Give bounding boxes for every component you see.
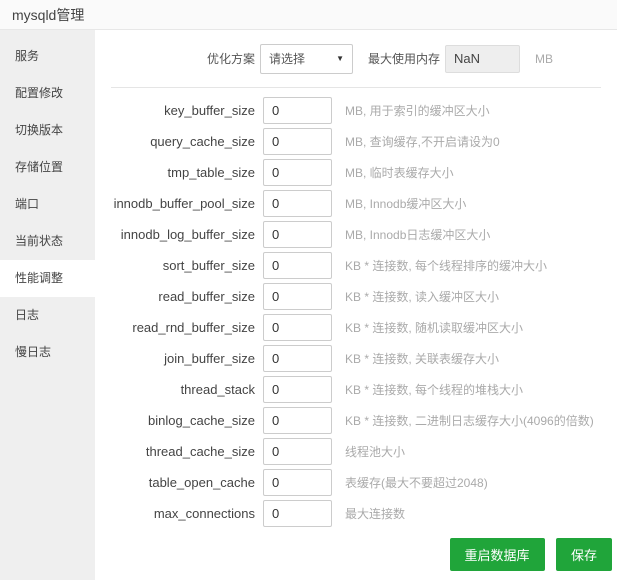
sidebar-item-label: 端口 [15,197,40,211]
form-rows: key_buffer_size MB, 用于索引的缓冲区大小 query_cac… [95,88,617,529]
optimization-select-value: 请选择 [269,52,306,66]
param-value-input[interactable] [263,128,332,155]
param-hint: 线程池大小 [345,445,406,459]
param-name-label: read_buffer_size [158,289,255,304]
param-hint: MB, 临时表缓存大小 [345,166,454,180]
max-memory-input[interactable] [445,44,521,73]
sidebar-item-8[interactable]: 慢日志 [0,334,95,371]
sidebar-item-0[interactable]: 服务 [0,38,95,75]
form-row-1: query_cache_size MB, 查询缓存,不开启请设为0 [95,126,617,157]
param-name-label: table_open_cache [148,475,255,490]
max-memory-unit: MB [535,51,554,66]
form-row-0: key_buffer_size MB, 用于索引的缓冲区大小 [95,95,617,126]
param-name-label: sort_buffer_size [162,258,255,273]
param-value-input[interactable] [263,190,332,217]
caret-down-icon: ▼ [336,54,344,63]
param-value-input[interactable] [263,252,332,279]
param-hint: 表缓存(最大不要超过2048) [345,476,488,490]
param-name-label: query_cache_size [150,134,255,149]
button-bar: 重启数据库 保存 [95,538,617,571]
param-value-input[interactable] [263,221,332,248]
form-row-8: join_buffer_size KB * 连接数, 关联表缓存大小 [95,343,617,374]
sidebar-item-label: 慢日志 [15,345,52,359]
param-hint: KB * 连接数, 每个线程排序的缓冲大小 [345,259,548,273]
param-name-label: innodb_log_buffer_size [120,227,255,242]
param-hint: KB * 连接数, 读入缓冲区大小 [345,290,500,304]
param-value-input[interactable] [263,345,332,372]
param-value-input[interactable] [263,438,332,465]
window-title: mysqld管理 [12,6,85,23]
param-value-input[interactable] [263,469,332,496]
param-value-input[interactable] [263,97,332,124]
form-row-6: read_buffer_size KB * 连接数, 读入缓冲区大小 [95,281,617,312]
optimization-row: 优化方案 请选择 ▼ 最大使用内存 MB [95,30,617,87]
form-row-2: tmp_table_size MB, 临时表缓存大小 [95,157,617,188]
form-row-11: thread_cache_size 线程池大小 [95,436,617,467]
sidebar-item-label: 存储位置 [15,160,64,174]
optimization-select[interactable]: 请选择 ▼ [260,43,353,74]
window-header: mysqld管理 [0,0,617,30]
sidebar-item-5[interactable]: 当前状态 [0,223,95,260]
optimization-label: 优化方案 [206,52,255,66]
sidebar-item-label: 切换版本 [15,123,64,137]
sidebar-item-label: 日志 [15,308,40,322]
form-row-13: max_connections 最大连接数 [95,498,617,529]
param-hint: KB * 连接数, 关联表缓存大小 [345,352,500,366]
param-hint: KB * 连接数, 二进制日志缓存大小(4096的倍数) [345,414,594,428]
sidebar-item-7[interactable]: 日志 [0,297,95,334]
sidebar-item-3[interactable]: 存储位置 [0,149,95,186]
param-value-input[interactable] [263,376,332,403]
param-name-label: tmp_table_size [167,165,255,180]
form-row-12: table_open_cache 表缓存(最大不要超过2048) [95,467,617,498]
form-row-7: read_rnd_buffer_size KB * 连接数, 随机读取缓冲区大小 [95,312,617,343]
form-row-9: thread_stack KB * 连接数, 每个线程的堆栈大小 [95,374,617,405]
param-value-input[interactable] [263,283,332,310]
param-hint: MB, 用于索引的缓冲区大小 [345,104,490,118]
param-name-label: join_buffer_size [164,351,255,366]
param-value-input[interactable] [263,159,332,186]
param-name-label: max_connections [153,506,255,521]
param-value-input[interactable] [263,314,332,341]
form-row-10: binlog_cache_size KB * 连接数, 二进制日志缓存大小(40… [95,405,617,436]
form-row-3: innodb_buffer_pool_size MB, Innodb缓冲区大小 [95,188,617,219]
param-hint: KB * 连接数, 随机读取缓冲区大小 [345,321,524,335]
form-row-4: innodb_log_buffer_size MB, Innodb日志缓冲区大小 [95,219,617,250]
param-hint: 最大连接数 [345,507,406,521]
sidebar-item-6[interactable]: 性能调整 [0,260,95,297]
param-hint: MB, 查询缓存,不开启请设为0 [345,135,500,149]
param-name-label: key_buffer_size [164,103,255,118]
param-name-label: innodb_buffer_pool_size [113,196,255,211]
sidebar-item-label: 当前状态 [15,234,64,248]
max-memory-label: 最大使用内存 [368,52,441,66]
param-value-input[interactable] [263,407,332,434]
sidebar-item-4[interactable]: 端口 [0,186,95,223]
param-name-label: thread_stack [180,382,255,397]
sidebar: 服务 配置修改 切换版本 存储位置 端口 当前状态 性能调整 日志 慢日志 [0,30,95,580]
param-name-label: read_rnd_buffer_size [132,320,255,335]
mysqld-window: mysqld管理 服务 配置修改 切换版本 存储位置 端口 当前状态 性能调整 … [0,0,617,580]
sidebar-item-label: 配置修改 [15,86,64,100]
param-hint: KB * 连接数, 每个线程的堆栈大小 [345,383,524,397]
sidebar-item-2[interactable]: 切换版本 [0,112,95,149]
param-hint: MB, Innodb缓冲区大小 [345,197,467,211]
save-button[interactable]: 保存 [555,538,612,571]
main-panel: 优化方案 请选择 ▼ 最大使用内存 MB key_buffer_size MB,… [95,30,617,580]
param-name-label: thread_cache_size [145,444,255,459]
param-name-label: binlog_cache_size [148,413,255,428]
sidebar-item-label: 性能调整 [15,271,64,285]
param-hint: MB, Innodb日志缓冲区大小 [345,228,491,242]
sidebar-item-1[interactable]: 配置修改 [0,75,95,112]
sidebar-item-label: 服务 [15,49,40,63]
restart-database-button[interactable]: 重启数据库 [449,538,545,571]
form-row-5: sort_buffer_size KB * 连接数, 每个线程排序的缓冲大小 [95,250,617,281]
param-value-input[interactable] [263,500,332,527]
